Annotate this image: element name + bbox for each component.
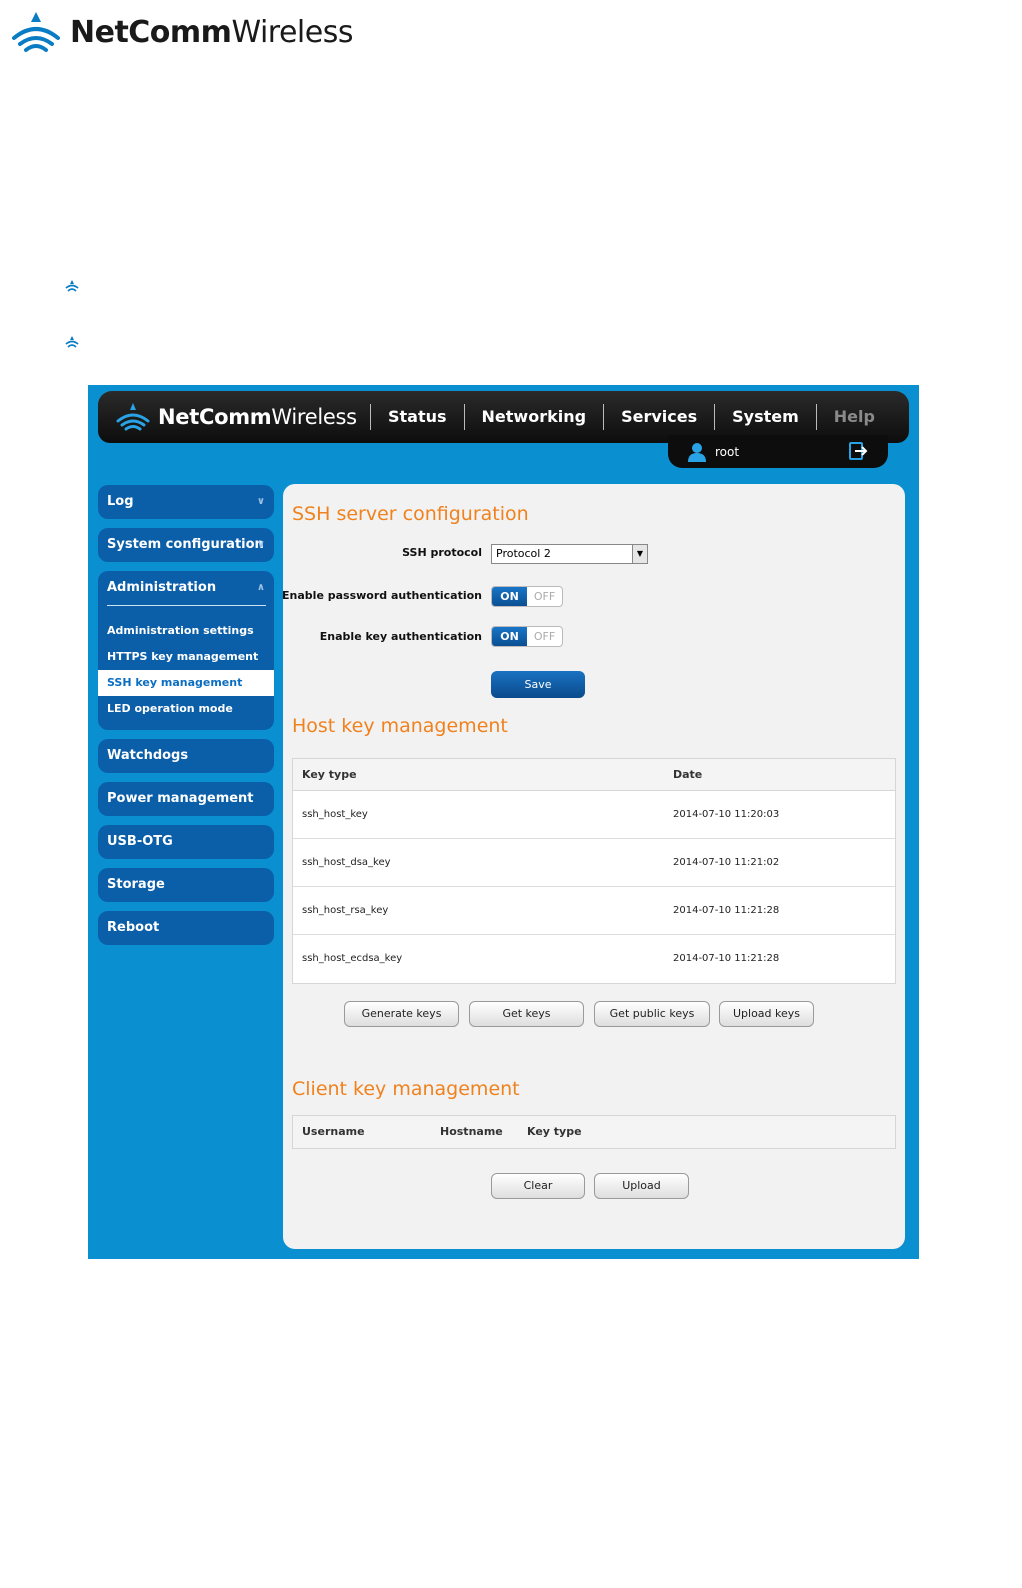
ssh-protocol-label: SSH protocol bbox=[402, 546, 482, 559]
sidebar-item-log[interactable]: Log ∨ bbox=[98, 485, 274, 519]
username: root bbox=[715, 444, 740, 459]
column-date: Date bbox=[673, 768, 703, 781]
chevron-down-icon: ∨ bbox=[256, 539, 265, 550]
sidebar-item-power-management[interactable]: Power management bbox=[98, 782, 274, 816]
sidebar-subitem-https-key-management[interactable]: HTTPS key management bbox=[98, 644, 274, 670]
wifi-arc-logo-icon bbox=[116, 403, 150, 431]
wifi-arc-logo-icon bbox=[12, 12, 60, 52]
app-brand: NetCommWireless bbox=[158, 405, 357, 429]
table-row[interactable]: ssh_host_ecdsa_key 2014-07-10 11:21:28 bbox=[293, 935, 895, 983]
sidebar-item-reboot[interactable]: Reboot bbox=[98, 911, 274, 945]
table-header: Key type Date bbox=[293, 759, 895, 791]
table-row[interactable]: ssh_host_dsa_key 2014-07-10 11:21:02 bbox=[293, 839, 895, 887]
get-keys-button[interactable]: Get keys bbox=[469, 1001, 584, 1027]
toggle-on: ON bbox=[492, 627, 527, 646]
sidebar: Log ∨ System configuration ∨ Administrat… bbox=[98, 485, 274, 954]
key-auth-toggle[interactable]: ON OFF bbox=[491, 626, 563, 647]
toggle-off: OFF bbox=[533, 590, 556, 603]
sidebar-group-administration: Administration ∧ Administration settings… bbox=[98, 571, 274, 730]
sidebar-subitem-administration-settings[interactable]: Administration settings bbox=[98, 618, 274, 644]
column-key-type: Key type bbox=[302, 768, 357, 781]
nav-status[interactable]: Status bbox=[370, 404, 464, 430]
logout-icon[interactable] bbox=[848, 441, 868, 461]
app-logo[interactable]: NetCommWireless bbox=[98, 401, 370, 433]
key-auth-label: Enable key authentication bbox=[319, 630, 482, 643]
key-type-cell: ssh_host_ecdsa_key bbox=[302, 953, 403, 964]
netcomm-bullet-icon bbox=[65, 336, 79, 348]
key-type-cell: ssh_host_rsa_key bbox=[302, 905, 389, 916]
sidebar-item-watchdogs[interactable]: Watchdogs bbox=[98, 739, 274, 773]
nav-system[interactable]: System bbox=[714, 404, 816, 430]
upload-keys-button[interactable]: Upload keys bbox=[719, 1001, 814, 1027]
dropdown-arrow-icon[interactable]: ▼ bbox=[632, 545, 647, 563]
content-panel: SSH server configuration SSH protocol Pr… bbox=[282, 484, 905, 1249]
user-icon bbox=[688, 442, 706, 462]
toggle-on: ON bbox=[492, 587, 527, 606]
clear-button[interactable]: Clear bbox=[491, 1173, 585, 1199]
date-cell: 2014-07-10 11:20:03 bbox=[673, 809, 780, 820]
password-auth-toggle[interactable]: ON OFF bbox=[491, 586, 563, 607]
client-key-section-title: Client key management bbox=[292, 1078, 520, 1100]
ssh-protocol-value: Protocol 2 bbox=[496, 547, 551, 560]
get-public-keys-button[interactable]: Get public keys bbox=[594, 1001, 710, 1027]
netcomm-bullet-icon bbox=[65, 280, 79, 292]
client-key-table: Username Hostname Key type bbox=[292, 1115, 896, 1149]
chevron-up-icon: ∧ bbox=[256, 582, 265, 593]
table-row[interactable]: ssh_host_key 2014-07-10 11:20:03 bbox=[293, 791, 895, 839]
date-cell: 2014-07-10 11:21:02 bbox=[673, 857, 780, 868]
host-key-section-title: Host key management bbox=[292, 715, 508, 737]
nav-help[interactable]: Help bbox=[815, 404, 892, 430]
column-username: Username bbox=[302, 1125, 365, 1138]
sidebar-subitem-led-operation-mode[interactable]: LED operation mode bbox=[98, 696, 274, 722]
generate-keys-button[interactable]: Generate keys bbox=[344, 1001, 459, 1027]
date-cell: 2014-07-10 11:21:28 bbox=[673, 953, 780, 964]
ssh-section-title: SSH server configuration bbox=[292, 503, 529, 525]
router-web-ui: NetCommWireless Status Networking Servic… bbox=[88, 385, 919, 1259]
password-auth-label: Enable password authentication bbox=[282, 589, 482, 602]
key-type-cell: ssh_host_key bbox=[302, 809, 368, 820]
sidebar-item-label: System configuration bbox=[107, 537, 264, 552]
table-header: Username Hostname Key type bbox=[293, 1116, 895, 1148]
divider bbox=[107, 605, 266, 606]
date-cell: 2014-07-10 11:21:28 bbox=[673, 905, 780, 916]
sidebar-item-system-configuration[interactable]: System configuration ∨ bbox=[98, 528, 274, 562]
ssh-protocol-select[interactable]: Protocol 2 ▼ bbox=[491, 544, 648, 564]
upload-button[interactable]: Upload bbox=[594, 1173, 689, 1199]
table-row[interactable]: ssh_host_rsa_key 2014-07-10 11:21:28 bbox=[293, 887, 895, 935]
sidebar-item-storage[interactable]: Storage bbox=[98, 868, 274, 902]
sidebar-item-label: Log bbox=[107, 494, 134, 509]
column-hostname: Hostname bbox=[440, 1125, 503, 1138]
sidebar-item-label: Administration bbox=[107, 580, 217, 595]
chevron-down-icon: ∨ bbox=[256, 496, 265, 507]
sidebar-item-administration[interactable]: Administration ∧ bbox=[98, 571, 274, 605]
host-key-table: Key type Date ssh_host_key 2014-07-10 11… bbox=[292, 758, 896, 984]
nav-services[interactable]: Services bbox=[603, 404, 714, 430]
document-brand: NetCommWireless bbox=[70, 14, 353, 50]
document-logo: NetCommWireless bbox=[8, 8, 353, 56]
key-type-cell: ssh_host_dsa_key bbox=[302, 857, 391, 868]
toggle-off: OFF bbox=[533, 630, 556, 643]
column-key-type: Key type bbox=[527, 1125, 582, 1138]
nav-networking[interactable]: Networking bbox=[463, 404, 604, 430]
user-bar: root bbox=[668, 435, 888, 468]
save-button[interactable]: Save bbox=[491, 671, 585, 698]
sidebar-item-usb-otg[interactable]: USB-OTG bbox=[98, 825, 274, 859]
sidebar-subitem-ssh-key-management[interactable]: SSH key management bbox=[98, 670, 274, 696]
